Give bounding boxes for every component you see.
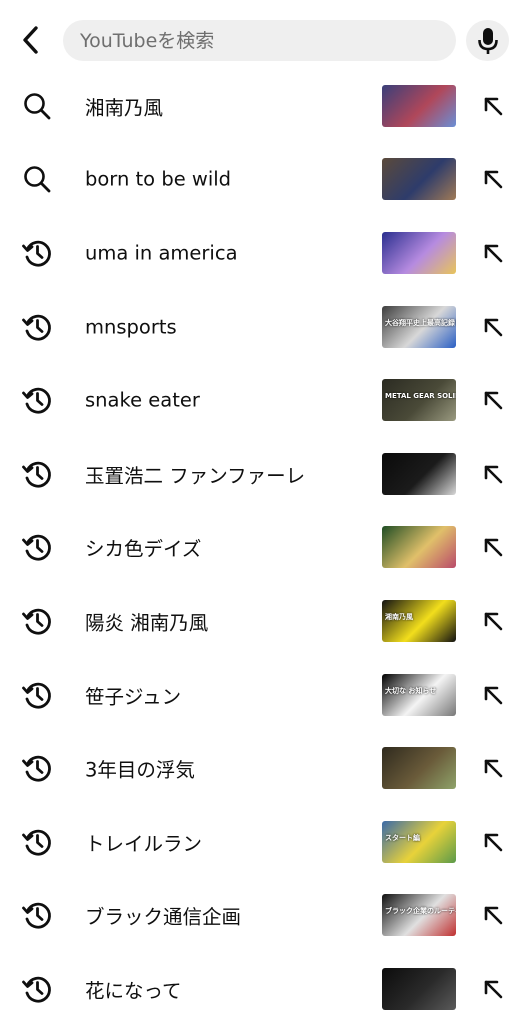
arrow-up-left-icon: [480, 387, 506, 413]
thumbnail-caption: 湘南乃風: [385, 612, 413, 621]
fill-query-button[interactable]: [478, 238, 508, 268]
suggestion-row[interactable]: 笹子ジュン 大切な お知らせ: [0, 658, 530, 732]
history-icon: [21, 973, 53, 1005]
suggestion-label: ブラック通信企画: [85, 905, 242, 929]
thumbnail-caption: スタート編: [385, 833, 420, 842]
search-icon: [21, 90, 53, 122]
suggestion-row[interactable]: 玉置浩二 ファンファーレ: [0, 437, 530, 511]
suggestion-row[interactable]: 花になって: [0, 952, 530, 1026]
suggestion-label: 花になって: [85, 979, 182, 1003]
arrow-up-left-icon: [480, 976, 506, 1002]
history-icon: [21, 605, 53, 637]
history-icon: [21, 899, 53, 931]
arrow-up-left-icon: [480, 166, 506, 192]
thumbnail-caption: METAL GEAR SOLID 3: [385, 392, 456, 401]
suggestion-label: トレイルラン: [85, 832, 203, 856]
thumbnail-caption: 大切な お知らせ: [385, 686, 437, 695]
suggestion-label: 玉置浩二 ファンファーレ: [85, 464, 306, 488]
arrow-up-left-icon: [480, 682, 506, 708]
arrow-up-left-icon: [480, 240, 506, 266]
arrow-up-left-icon: [480, 608, 506, 634]
voice-search-button[interactable]: [466, 20, 509, 61]
back-button[interactable]: [14, 22, 48, 58]
fill-query-button[interactable]: [478, 753, 508, 783]
history-icon: [21, 752, 53, 784]
fill-query-button[interactable]: [478, 680, 508, 710]
suggestion-row[interactable]: ブラック通信企画 ブラック企業のルーティン: [0, 879, 530, 953]
video-thumbnail: スタート編: [382, 820, 456, 863]
suggestion-label: 3年目の浮気: [85, 758, 195, 782]
suggestion-row[interactable]: 湘南乃風: [0, 69, 530, 143]
suggestion-row[interactable]: 陽炎 湘南乃風 湘南乃風: [0, 584, 530, 658]
suggestion-list: 湘南乃風 born to be wild uma in america mnsport…: [0, 69, 530, 1026]
thumbnail-caption: ブラック企業のルーティン: [385, 907, 456, 916]
arrow-up-left-icon: [480, 534, 506, 560]
suggestion-row[interactable]: born to be wild: [0, 143, 530, 217]
search-box[interactable]: [63, 20, 456, 61]
suggestion-label: mnsports: [85, 315, 177, 339]
video-thumbnail: METAL GEAR SOLID 3: [382, 379, 456, 422]
video-thumbnail: 湘南乃風: [382, 599, 456, 642]
suggestion-label: シカ色デイズ: [85, 537, 202, 561]
arrow-up-left-icon: [480, 461, 506, 487]
suggestion-label: 笹子ジュン: [85, 685, 182, 709]
history-icon: [21, 384, 53, 416]
history-icon: [21, 458, 53, 490]
video-thumbnail: [382, 747, 456, 790]
suggestion-label: born to be wild: [85, 167, 232, 191]
fill-query-button[interactable]: [478, 827, 508, 857]
suggestion-row[interactable]: uma in america: [0, 216, 530, 290]
fill-query-button[interactable]: [478, 900, 508, 930]
video-thumbnail: [382, 452, 456, 495]
video-thumbnail: ブラック企業のルーティン: [382, 894, 456, 937]
arrow-up-left-icon: [480, 829, 506, 855]
history-icon: [21, 531, 53, 563]
video-thumbnail: 大谷翔平史上最高記録！: [382, 305, 456, 348]
fill-query-button[interactable]: [478, 164, 508, 194]
history-icon: [21, 237, 53, 269]
history-icon: [21, 311, 53, 343]
fill-query-button[interactable]: [478, 459, 508, 489]
suggestion-label: 陽炎 湘南乃風: [85, 611, 209, 635]
suggestion-row[interactable]: シカ色デイズ: [0, 511, 530, 585]
suggestion-row[interactable]: mnsports 大谷翔平史上最高記録！: [0, 290, 530, 364]
history-icon: [21, 826, 53, 858]
microphone-icon: [477, 27, 498, 54]
arrow-up-left-icon: [480, 93, 506, 119]
fill-query-button[interactable]: [478, 312, 508, 342]
fill-query-button[interactable]: [478, 606, 508, 636]
fill-query-button[interactable]: [478, 91, 508, 121]
video-thumbnail: [382, 84, 456, 127]
video-thumbnail: [382, 231, 456, 274]
search-input[interactable]: [80, 29, 440, 52]
arrow-up-left-icon: [480, 314, 506, 340]
history-icon: [21, 679, 53, 711]
suggestion-label: uma in america: [85, 241, 238, 265]
top-bar: [0, 0, 530, 80]
suggestion-row[interactable]: トレイルラン スタート編: [0, 805, 530, 879]
suggestion-label: 湘南乃風: [85, 96, 164, 120]
fill-query-button[interactable]: [478, 974, 508, 1004]
suggestion-label: snake eater: [85, 388, 200, 412]
search-icon: [21, 163, 53, 195]
fill-query-button[interactable]: [478, 385, 508, 415]
video-thumbnail: 大切な お知らせ: [382, 673, 456, 716]
suggestion-row[interactable]: snake eater METAL GEAR SOLID 3: [0, 363, 530, 437]
video-thumbnail: [382, 526, 456, 569]
arrow-up-left-icon: [480, 755, 506, 781]
fill-query-button[interactable]: [478, 532, 508, 562]
video-thumbnail: [382, 967, 456, 1010]
back-arrow-icon: [23, 26, 38, 54]
suggestion-row[interactable]: 3年目の浮気: [0, 731, 530, 805]
thumbnail-caption: 大谷翔平史上最高記録！: [385, 318, 456, 327]
arrow-up-left-icon: [480, 902, 506, 928]
video-thumbnail: [382, 158, 456, 201]
